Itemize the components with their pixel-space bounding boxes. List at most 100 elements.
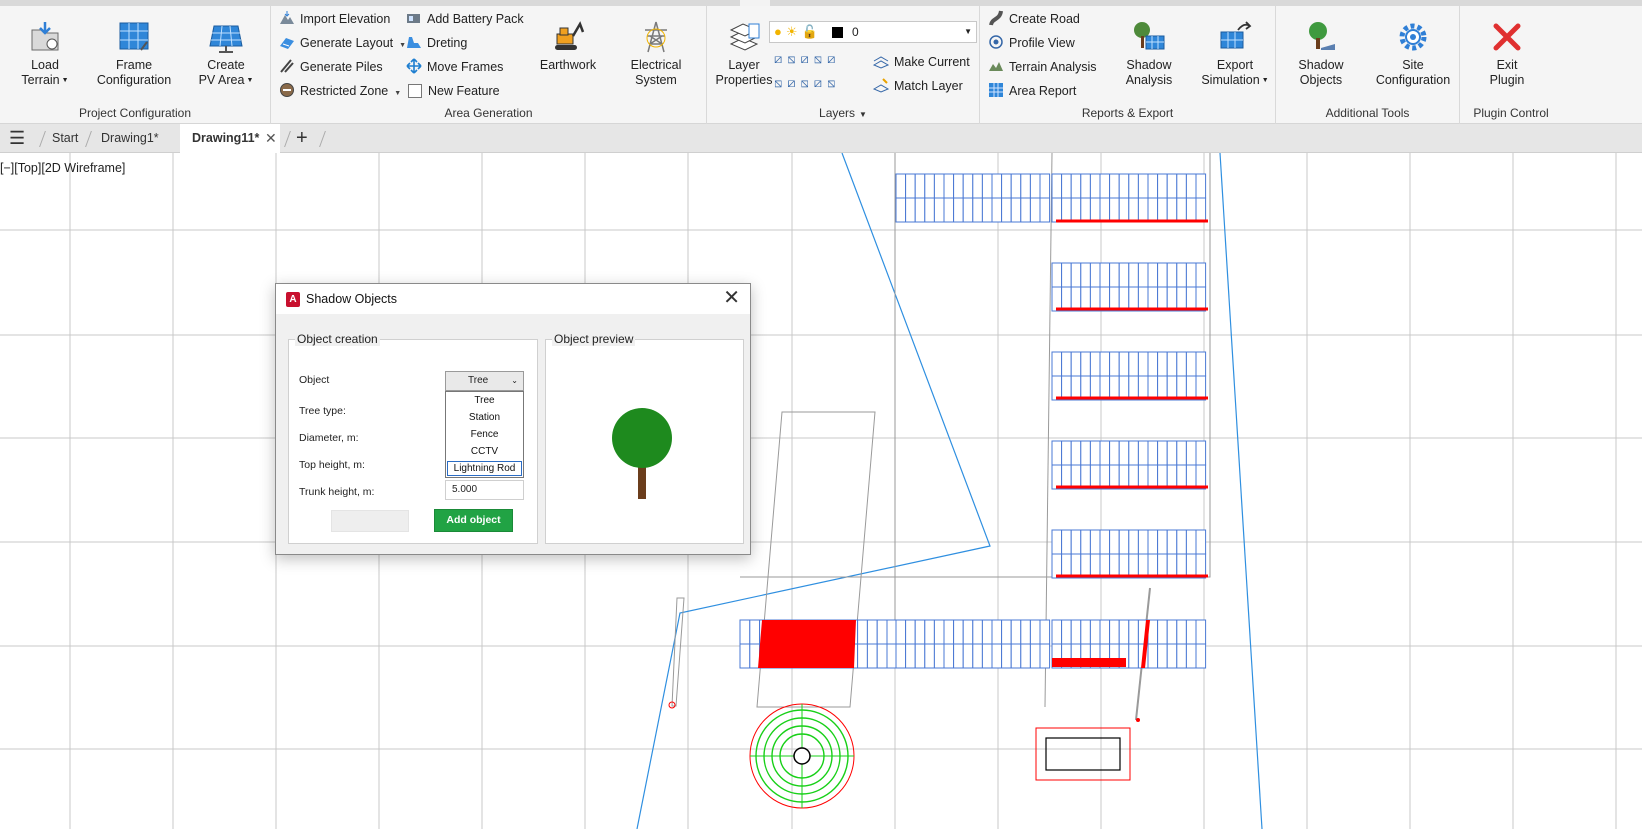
layer-properties-button[interactable]: Layer Properties: [711, 20, 777, 88]
drawing-canvas[interactable]: [0, 153, 1642, 829]
dialog-titlebar[interactable]: A Shadow Objects ✕: [276, 284, 750, 314]
pv-module: [1080, 351, 1091, 377]
pv-module: [1137, 173, 1149, 199]
pv-module: [924, 197, 935, 223]
dreting-button[interactable]: Dreting: [406, 33, 467, 53]
pv-module: [1185, 351, 1197, 377]
new-tab-icon[interactable]: +: [296, 124, 308, 153]
option-tree[interactable]: Tree: [446, 392, 523, 409]
add-battery-pack-button[interactable]: Add Battery Pack: [406, 9, 524, 29]
pv-module: [943, 619, 955, 645]
option-cctv[interactable]: CCTV: [446, 443, 523, 460]
earthwork-button[interactable]: Earthwork: [533, 20, 603, 73]
exit-plugin-button[interactable]: Exit Plugin: [1477, 20, 1537, 88]
pv-module: [1089, 464, 1101, 490]
new-feature-checkbox[interactable]: New Feature: [408, 81, 500, 101]
pv-module: [1118, 440, 1130, 466]
frame-configuration-button[interactable]: Frame Configuration: [92, 20, 176, 88]
pv-module: [1089, 440, 1101, 466]
hamburger-menu-icon[interactable]: ☰: [9, 124, 25, 153]
site-configuration-button[interactable]: Site Configuration: [1370, 20, 1456, 88]
pv-module: [1061, 173, 1072, 199]
pv-module: [1166, 553, 1178, 579]
option-fence[interactable]: Fence: [446, 426, 523, 443]
match-layer-icon: [873, 78, 889, 93]
pv-module: [1089, 529, 1101, 555]
pv-module: [1080, 619, 1091, 645]
pv-module: [972, 173, 983, 199]
group-reports-export: Create Road Profile View Terrain Analysi…: [980, 6, 1276, 124]
pv-module: [1176, 643, 1187, 669]
close-icon[interactable]: ✕: [723, 287, 740, 309]
pv-module: [905, 173, 916, 199]
pv-module: [962, 197, 974, 223]
option-station[interactable]: Station: [446, 409, 523, 426]
terrain-analysis-button[interactable]: Terrain Analysis: [988, 57, 1097, 77]
profile-view-button[interactable]: Profile View: [988, 33, 1075, 53]
trunk-height-input[interactable]: 5.000: [445, 480, 524, 500]
tab-drawing1[interactable]: Drawing1*: [101, 124, 159, 153]
generate-layout-button[interactable]: Generate Layout ▼: [279, 33, 406, 53]
tree-type-label: Tree type:: [299, 405, 346, 417]
pv-module: [953, 619, 964, 645]
layer-tools-row-2[interactable]: ⧅⧄⧅⧄⧅: [774, 75, 840, 91]
secondary-button-disabled: [331, 510, 409, 532]
load-terrain-button[interactable]: Load Terrain ▼: [20, 20, 70, 88]
pv-module: [1039, 643, 1051, 669]
pv-module: [1166, 529, 1178, 555]
tab-start[interactable]: Start: [52, 124, 78, 153]
group-label-layers[interactable]: Layers ▼: [707, 106, 979, 120]
pv-module: [1109, 619, 1120, 645]
pv-module: [1109, 197, 1120, 223]
close-tab-icon[interactable]: ✕: [265, 124, 277, 153]
pv-module: [924, 173, 935, 199]
pv-module: [1001, 173, 1012, 199]
station-box: [1045, 737, 1121, 771]
object-label: Object: [299, 374, 330, 386]
import-elevation-button[interactable]: Import Elevation: [279, 9, 390, 29]
pv-module: [924, 619, 935, 645]
restricted-zone-button[interactable]: Restricted Zone ▼: [279, 81, 401, 101]
area-report-button[interactable]: Area Report: [988, 81, 1076, 101]
pv-module: [1147, 375, 1159, 401]
pv-module: [981, 619, 993, 645]
match-layer-button[interactable]: Match Layer: [873, 76, 963, 96]
create-road-button[interactable]: Create Road: [988, 9, 1080, 29]
pv-module: [1039, 173, 1051, 199]
pv-module: [905, 619, 916, 645]
object-select[interactable]: Tree ⌄: [445, 371, 524, 391]
layer-tools-row-1[interactable]: ⧄⧅⧄⧅⧄: [774, 51, 840, 67]
pv-module: [1195, 440, 1207, 466]
shadow-analysis-button[interactable]: Shadow Analysis: [1114, 20, 1184, 88]
pv-module: [1118, 286, 1130, 312]
move-frames-button[interactable]: Move Frames: [406, 57, 503, 77]
pv-module: [1099, 173, 1111, 199]
add-object-button[interactable]: Add object: [434, 509, 513, 532]
make-current-button[interactable]: Make Current: [873, 52, 970, 72]
option-lightning-rod[interactable]: Lightning Rod: [446, 460, 523, 477]
pv-module: [1157, 464, 1168, 490]
layer-dropdown[interactable]: ●☀🔓 0 ▼: [769, 21, 977, 43]
electrical-system-button[interactable]: Electrical System: [621, 20, 691, 88]
create-pv-area-button[interactable]: Create PV Area ▼: [198, 20, 254, 88]
shadow-objects-button[interactable]: Shadow Objects: [1286, 20, 1356, 88]
viewport-label[interactable]: [−][Top][2D Wireframe]: [0, 161, 125, 175]
pv-module: [1195, 197, 1207, 223]
pv-module: [1070, 173, 1082, 199]
pv-module: [1195, 553, 1207, 579]
pv-module: [1080, 197, 1091, 223]
generate-piles-button[interactable]: Generate Piles: [279, 57, 383, 77]
object-dropdown-list[interactable]: Tree Station Fence CCTV Lightning Rod: [445, 391, 524, 478]
checkbox-box[interactable]: [408, 84, 422, 98]
object-center: [793, 747, 811, 765]
piles-icon: [280, 59, 294, 73]
pv-module: [943, 197, 955, 223]
pv-module: [1070, 553, 1082, 579]
pv-module: [914, 197, 926, 223]
pv-module: [1176, 375, 1187, 401]
dialog-title: Shadow Objects: [306, 292, 398, 306]
pv-module: [1195, 464, 1207, 490]
pv-module: [1061, 197, 1072, 223]
pv-module: [1070, 375, 1082, 401]
export-simulation-button[interactable]: Export Simulation ▼: [1197, 20, 1273, 88]
